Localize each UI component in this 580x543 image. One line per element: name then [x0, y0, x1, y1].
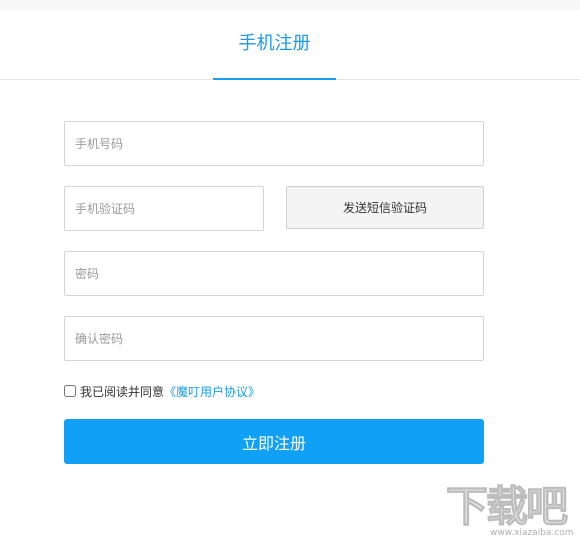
register-button[interactable]: 立即注册 — [64, 419, 484, 464]
phone-input[interactable] — [64, 121, 484, 166]
agree-label: 我已阅读并同意 — [80, 384, 165, 399]
watermark-url: www.xiazaiba.com — [490, 528, 574, 538]
agreement-row: 我已阅读并同意 《魔叮用户协议》 — [64, 382, 260, 400]
watermark-logo: 下载吧 www.xiazaiba.com — [445, 482, 576, 540]
confirm-password-input[interactable] — [64, 316, 484, 361]
send-sms-code-button[interactable]: 发送短信验证码 — [286, 186, 484, 229]
agree-checkbox[interactable] — [64, 385, 76, 397]
tab-bar: 手机注册 — [0, 10, 580, 80]
verification-code-input[interactable] — [64, 186, 264, 231]
password-input[interactable] — [64, 251, 484, 296]
top-strip — [0, 0, 580, 10]
tab-phone-register[interactable]: 手机注册 — [213, 10, 336, 80]
watermark-logo-text: 下载吧 — [445, 482, 568, 531]
agreement-link[interactable]: 《魔叮用户协议》 — [164, 383, 260, 400]
